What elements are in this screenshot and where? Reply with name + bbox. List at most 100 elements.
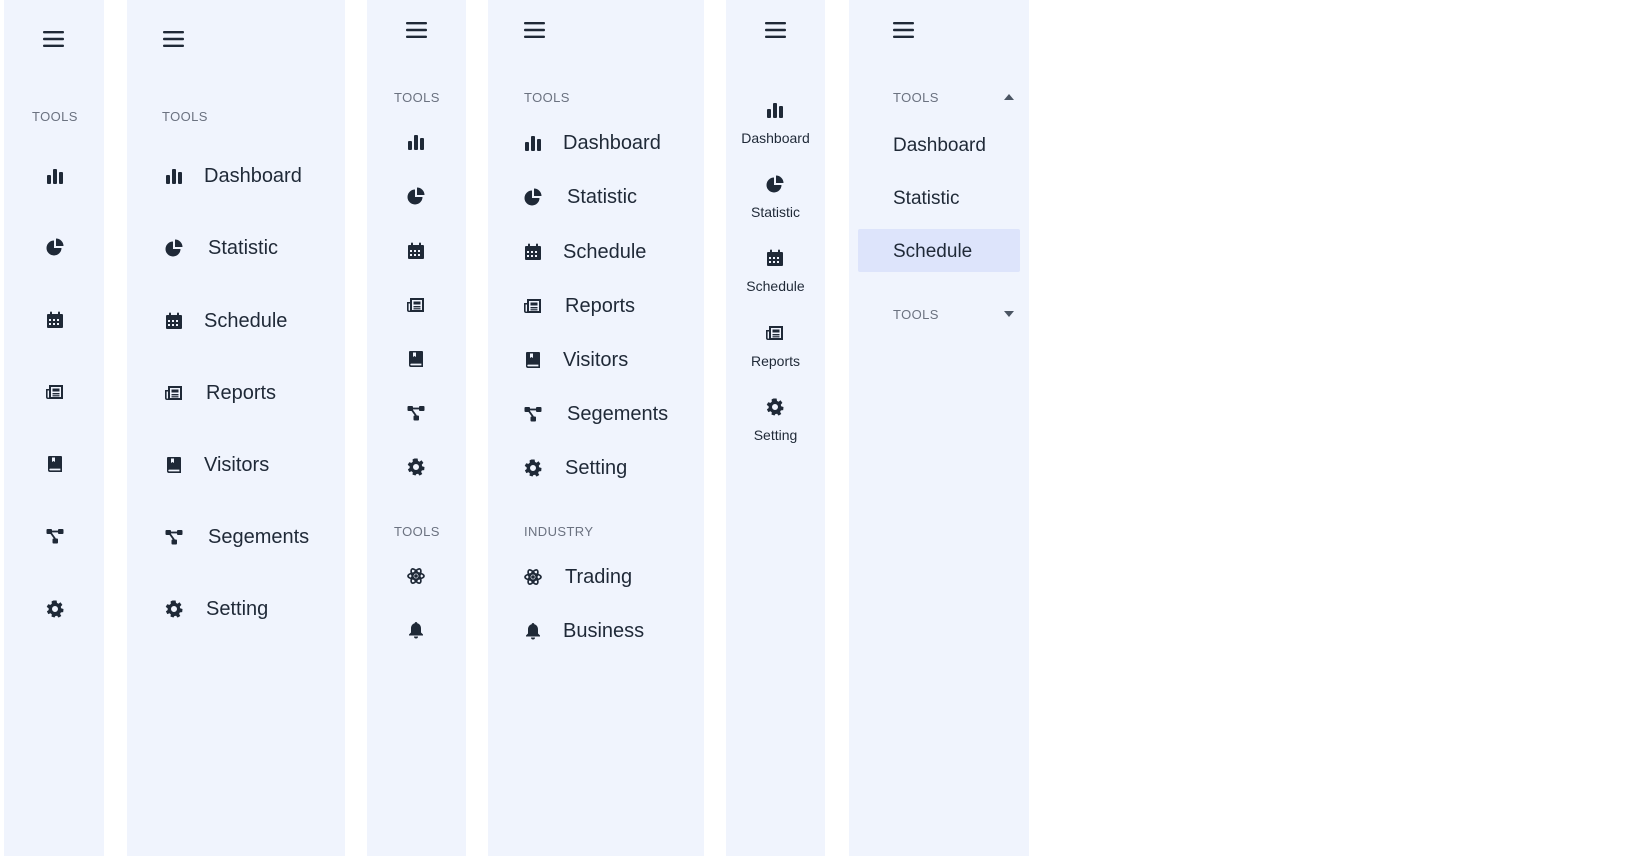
nav-item-setting[interactable]: Setting [157,593,337,625]
network-icon[interactable] [46,527,64,545]
sidebar-compact: TOOLS TOOLS [367,0,466,856]
gear-icon[interactable] [46,600,64,618]
bar-chart-icon [766,101,784,119]
calendar-icon [524,243,542,261]
nav-item-trading[interactable]: Trading [518,561,698,593]
book-icon [165,456,183,474]
nav-item-visitors[interactable]: Visitors [157,449,337,481]
nav-item-label: Statistic [567,186,638,208]
nav-item-reports[interactable]: Reports [726,319,825,373]
section-label-tools: TOOLS [32,109,78,124]
calendar-icon [165,312,183,330]
nav-item-schedule[interactable]: Schedule [157,305,337,337]
group-label: TOOLS [893,307,939,322]
book-icon [524,351,542,369]
pie-chart-icon [766,175,784,193]
caret-down-icon [1004,311,1014,317]
menu-icon[interactable] [406,21,427,39]
section-label-tools: TOOLS [394,90,440,105]
nav-item-label: Visitors [204,454,270,476]
sidebar-collapsible: TOOLS Dashboard Statistic Schedule TOOLS [849,0,1029,856]
nav-item-label: Schedule [746,278,805,294]
group-header-tools-collapsed[interactable]: TOOLS [884,300,1014,328]
gear-icon [165,600,183,618]
newspaper-icon [766,324,784,342]
bar-chart-icon[interactable] [46,167,64,185]
newspaper-icon [524,297,542,315]
menu-icon[interactable] [43,30,64,48]
nav-item-dashboard[interactable]: Dashboard [518,127,698,159]
nav-item-reports[interactable]: Reports [518,290,698,322]
nav-item-setting[interactable]: Setting [726,393,825,447]
nav-item-label: Statistic [750,204,800,220]
bell-icon[interactable] [407,621,425,639]
nav-item-label: Reports [750,353,801,369]
network-icon[interactable] [407,404,425,422]
nav-item-label: Dashboard [893,135,986,156]
menu-icon[interactable] [524,21,545,39]
nav-item-label: Segements [208,526,310,548]
gear-icon [524,459,542,477]
menu-icon[interactable] [163,30,184,48]
bell-icon [524,622,542,640]
nav-item-label: Reports [206,382,277,404]
bar-chart-icon [524,134,542,152]
nav-item-setting[interactable]: Setting [518,452,698,484]
nav-item-statistic[interactable]: Statistic [726,170,825,224]
nav-item-schedule-active[interactable]: Schedule [858,229,1020,272]
newspaper-icon[interactable] [46,383,64,401]
nav-item-segements[interactable]: Segements [518,398,698,430]
nav-item-dashboard[interactable]: Dashboard [858,127,1020,167]
group-header-tools[interactable]: TOOLS [884,83,1014,111]
nav-item-statistic[interactable]: Statistic [157,232,337,264]
pie-chart-icon [165,239,183,257]
nav-item-label: Schedule [563,241,647,263]
nav-item-reports[interactable]: Reports [157,377,337,409]
section-label-tools: TOOLS [162,109,208,124]
nav-item-label: Dashboard [563,132,661,154]
pie-chart-icon [524,188,542,206]
nav-item-label: Statistic [208,237,279,259]
nav-item-business[interactable]: Business [518,615,698,647]
calendar-icon[interactable] [407,242,425,260]
nav-item-schedule[interactable]: Schedule [518,236,698,268]
nav-item-statistic[interactable]: Statistic [518,181,698,213]
nav-item-segements[interactable]: Segements [157,521,337,553]
bar-chart-icon[interactable] [407,133,425,151]
group-label: TOOLS [893,90,939,105]
menu-icon[interactable] [765,21,786,39]
newspaper-icon[interactable] [407,296,425,314]
nav-item-schedule[interactable]: Schedule [726,244,825,298]
nav-item-label: Statistic [893,188,960,209]
section-label-tools: TOOLS [524,90,570,105]
atom-icon[interactable] [407,567,425,585]
nav-item-dashboard[interactable]: Dashboard [157,160,337,192]
nav-item-statistic[interactable]: Statistic [858,180,1020,220]
nav-item-label: Setting [753,427,798,443]
nav-item-label: Schedule [893,241,973,262]
nav-item-label: Dashboard [204,165,302,187]
nav-item-dashboard[interactable]: Dashboard [726,96,825,150]
calendar-icon[interactable] [46,311,64,329]
gear-icon[interactable] [407,458,425,476]
network-icon [524,405,542,423]
nav-item-label: Segements [567,403,669,425]
sidebar-expanded-sections: TOOLS Dashboard Statistic Schedule Repor… [488,0,704,856]
nav-item-label: Reports [565,295,636,317]
nav-item-visitors[interactable]: Visitors [518,344,698,376]
nav-item-label: Business [563,620,645,642]
sidebar-expanded: TOOLS Dashboard Statistic Schedule Repor… [127,0,345,856]
section-label-industry: INDUSTRY [524,524,594,539]
section-label-tools: TOOLS [394,524,440,539]
pie-chart-icon[interactable] [46,238,64,256]
pie-chart-icon[interactable] [407,187,425,205]
book-icon[interactable] [46,455,64,473]
nav-item-label: Trading [565,566,633,588]
caret-up-icon [1004,94,1014,100]
nav-item-label: Setting [565,457,628,479]
bar-chart-icon [165,167,183,185]
nav-item-label: Setting [206,598,269,620]
nav-item-label: Schedule [204,310,288,332]
book-icon[interactable] [407,350,425,368]
menu-icon[interactable] [893,21,914,39]
